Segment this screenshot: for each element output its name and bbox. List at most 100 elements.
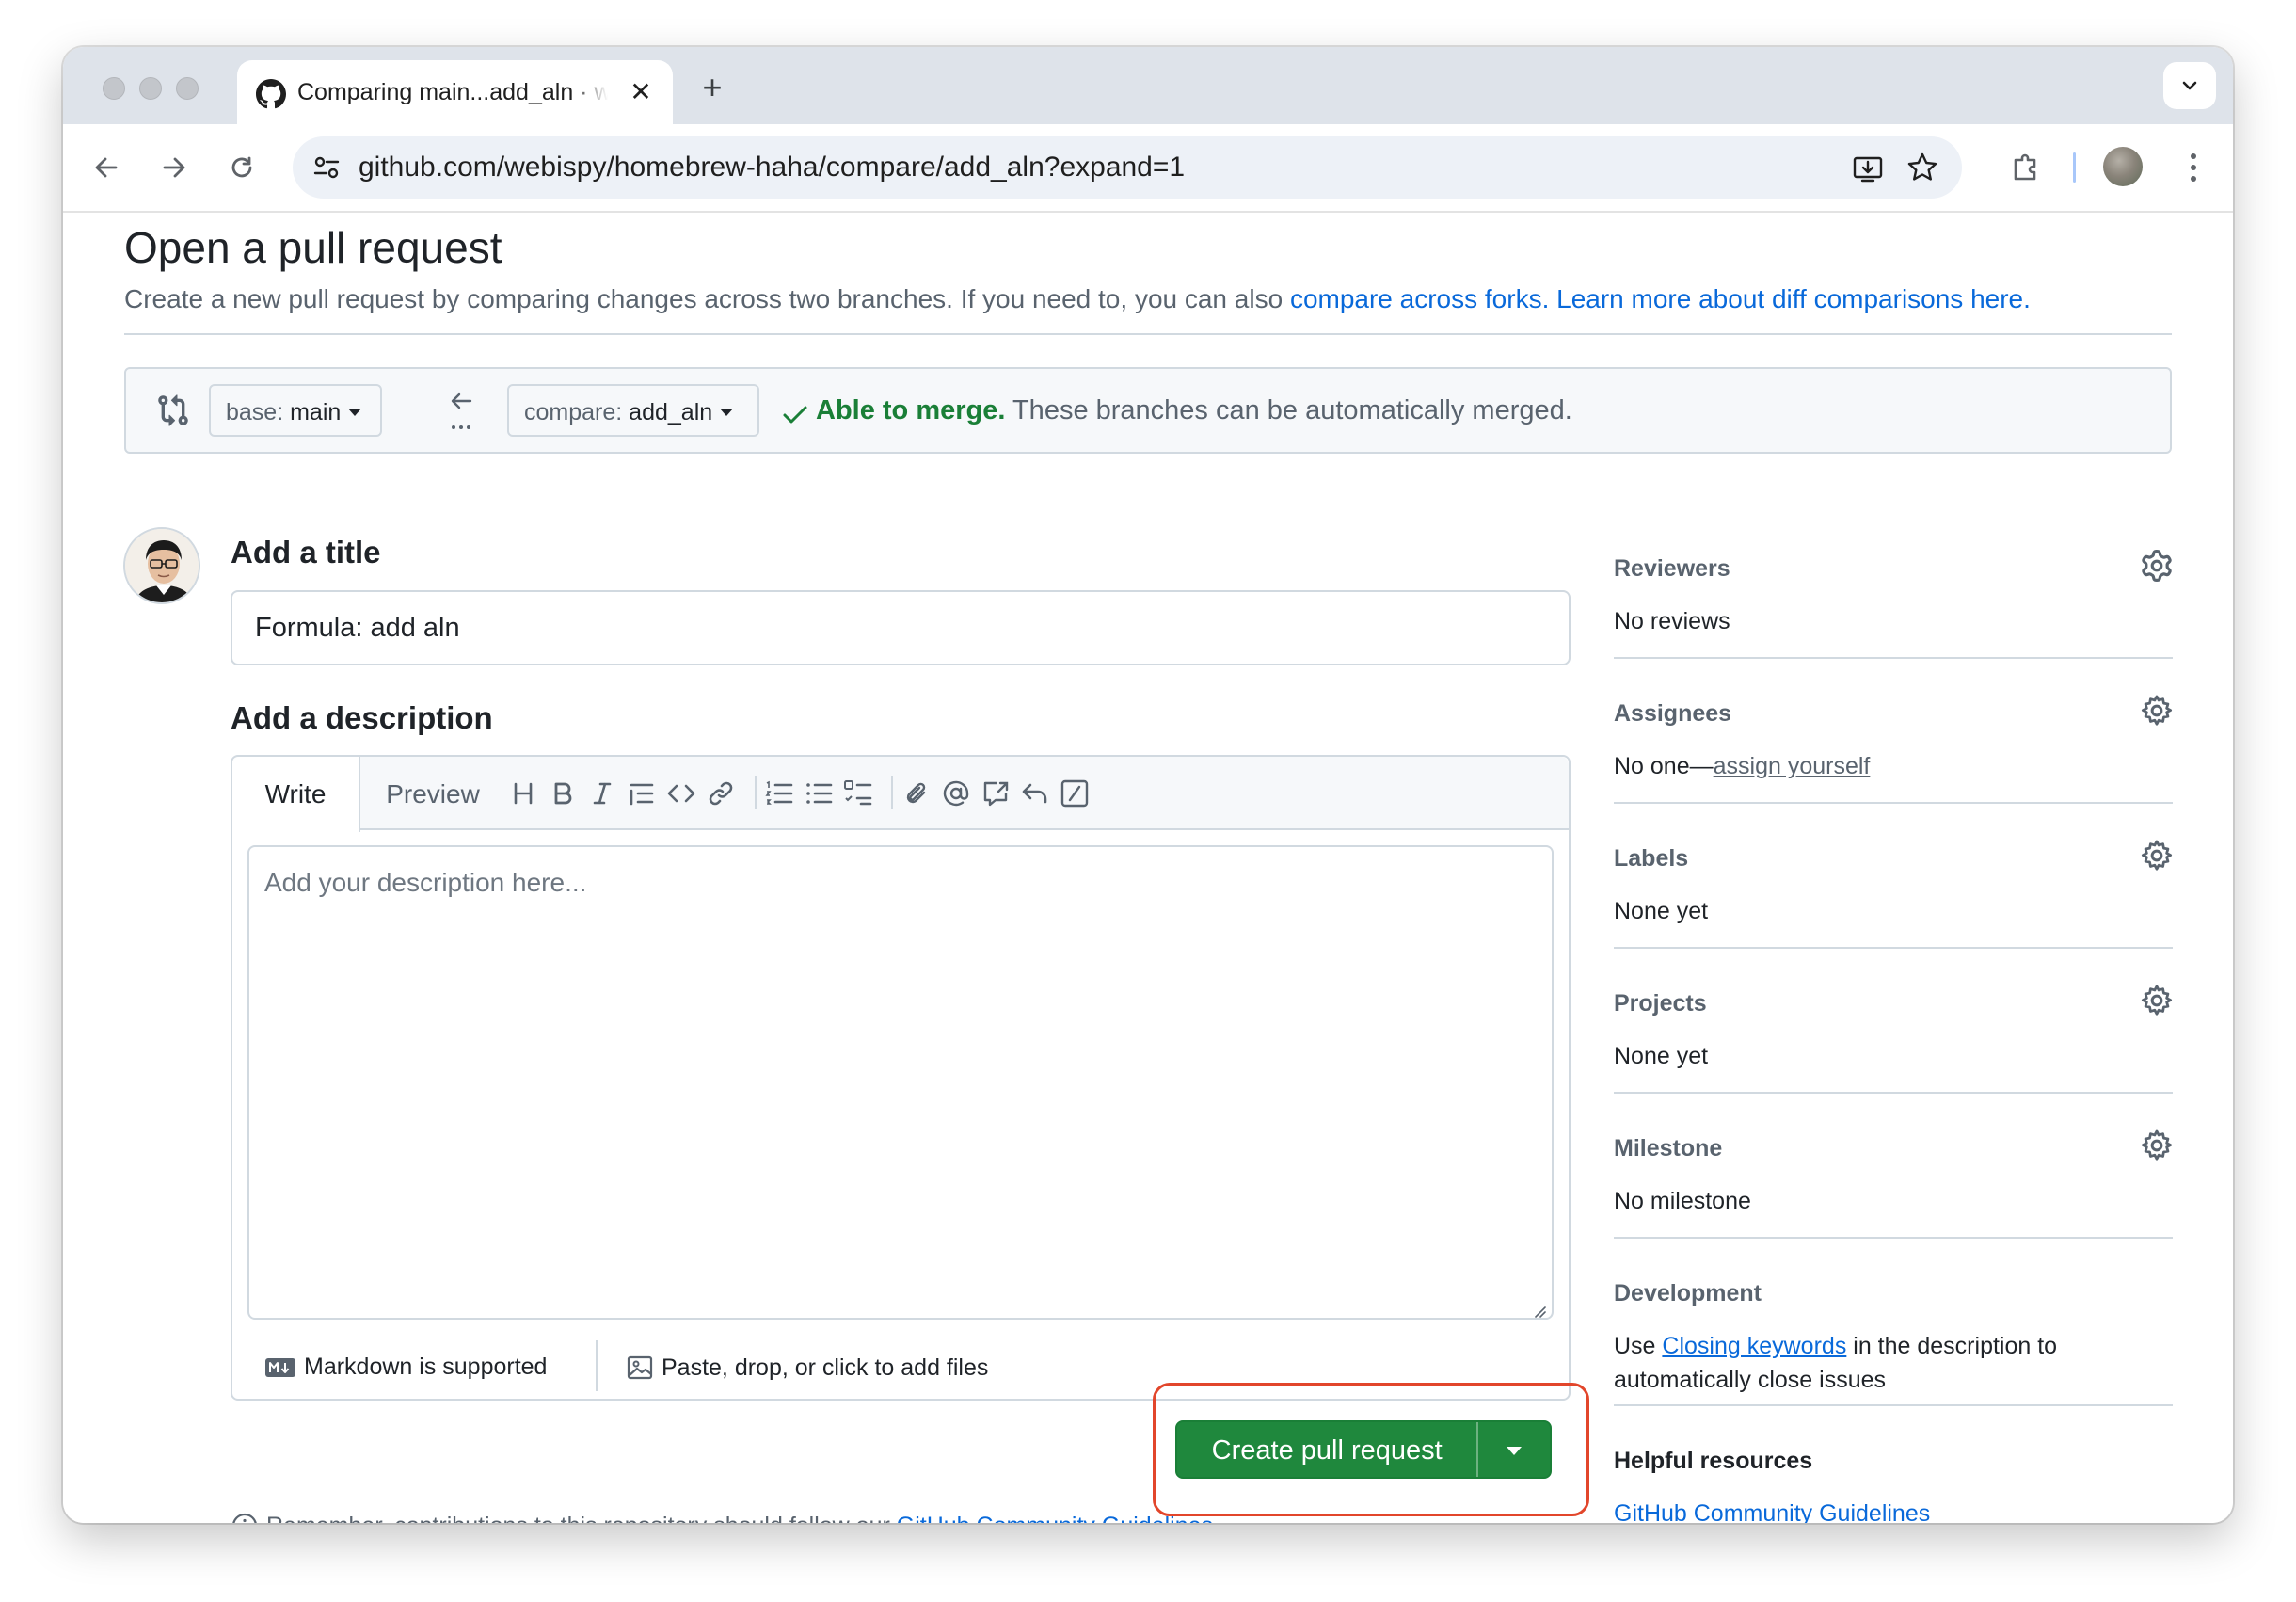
create-pull-request-button-group: Create pull request (1175, 1420, 1552, 1479)
development-value: Use Closing keywords in the description … (1614, 1329, 2057, 1397)
projects-heading[interactable]: Projects (1614, 990, 1707, 1017)
development-text: in the description to (1846, 1333, 2058, 1359)
page-subtitle: Create a new pull request by comparing c… (124, 284, 2031, 314)
saved-replies-icon[interactable] (1017, 776, 1053, 811)
install-app-icon[interactable] (1851, 152, 1885, 185)
new-tab-icon[interactable]: + (695, 71, 729, 105)
base-branch-select[interactable]: base: main (209, 384, 382, 437)
subtitle-text: Create a new pull request by comparing c… (124, 284, 1290, 313)
gear-icon[interactable] (2141, 985, 2173, 1017)
helpful-resources-value: GitHub Community Guidelines (1614, 1497, 1930, 1523)
link-icon[interactable] (703, 776, 739, 811)
guidelines-resource-link[interactable]: GitHub Community Guidelines (1614, 1500, 1930, 1523)
more-menu-icon[interactable] (2175, 147, 2212, 188)
sidebar-divider (1614, 947, 2173, 949)
cross-reference-icon[interactable] (978, 776, 1013, 811)
reload-icon[interactable] (223, 149, 261, 186)
projects-value: None yet (1614, 1043, 1709, 1069)
labels-heading[interactable]: Labels (1614, 845, 1688, 873)
milestone-value: No milestone (1614, 1188, 1751, 1214)
tab-write[interactable]: Write (232, 757, 360, 832)
sidebar-divider (1614, 802, 2173, 804)
tab-close-icon[interactable]: ✕ (626, 77, 656, 107)
title-label: Add a title (231, 535, 381, 569)
slash-commands-icon[interactable] (1057, 776, 1092, 811)
resize-handle-icon[interactable] (1531, 1303, 1546, 1318)
base-branch-name: main (290, 399, 342, 425)
attach-files-hint[interactable]: Paste, drop, or click to add files (626, 1354, 988, 1382)
back-icon[interactable] (88, 149, 125, 186)
caret-down-icon (1507, 1447, 1523, 1455)
compare-forks-link[interactable]: compare across forks. (1290, 284, 1549, 313)
description-label: Add a description (231, 700, 493, 735)
development-text: automatically close issues (1614, 1367, 1887, 1393)
italic-icon[interactable] (584, 776, 620, 811)
description-editor: Write Preview Add your description here.… (231, 755, 1571, 1401)
toolbar-separator (755, 776, 757, 809)
community-guidelines-link[interactable]: GitHub Community Guidelines (897, 1513, 1213, 1523)
merge-ok-text: Able to merge. (816, 395, 1006, 425)
gear-icon[interactable] (2141, 1129, 2173, 1161)
markdown-hint[interactable]: Markdown is supported (264, 1354, 547, 1381)
diff-comparisons-link[interactable]: Learn more about diff comparisons here. (1556, 284, 2031, 313)
gear-icon[interactable] (2141, 840, 2173, 872)
markdown-hint-text: Markdown is supported (304, 1354, 548, 1380)
assign-yourself-link[interactable]: assign yourself (1714, 753, 1871, 779)
image-icon (627, 1355, 653, 1380)
create-pull-request-button[interactable]: Create pull request (1177, 1422, 1479, 1477)
assignees-heading[interactable]: Assignees (1614, 700, 1731, 728)
code-icon[interactable] (663, 776, 699, 811)
attach-files-text: Paste, drop, or click to add files (662, 1354, 989, 1381)
chevron-down-icon (2182, 81, 2197, 90)
merge-status: Able to merge. These branches can be aut… (816, 395, 1572, 426)
mention-icon[interactable] (938, 776, 974, 811)
address-bar[interactable]: github.com/webispy/homebrew-haha/compare… (293, 136, 1962, 199)
browser-window: Comparing main...add_aln · webispy/homeb… (63, 47, 2233, 1523)
editor-toolbar: Write Preview (232, 757, 1569, 832)
unordered-list-icon[interactable] (801, 776, 837, 811)
task-list-icon[interactable] (840, 776, 876, 811)
site-info-icon[interactable] (310, 151, 343, 184)
create-options-dropdown[interactable] (1478, 1422, 1550, 1477)
info-icon (232, 1513, 257, 1523)
title-input[interactable] (231, 590, 1571, 665)
divider (124, 333, 2172, 335)
window-zoom-control[interactable] (176, 77, 199, 100)
reviewers-heading[interactable]: Reviewers (1614, 555, 1730, 583)
closing-keywords-link[interactable]: Closing keywords (1662, 1333, 1846, 1359)
browser-tab-active[interactable]: Comparing main...add_aln · webispy/homeb… (237, 60, 673, 124)
milestone-heading[interactable]: Milestone (1614, 1135, 1722, 1162)
extensions-icon[interactable] (2007, 148, 2045, 185)
base-branch-prefix: base: (226, 399, 291, 425)
toolbar-divider (2073, 152, 2076, 183)
gear-icon[interactable] (2141, 550, 2173, 582)
sidebar-divider (1614, 1092, 2173, 1094)
development-text: Use (1614, 1333, 1663, 1359)
profile-avatar[interactable] (2103, 147, 2143, 186)
compare-branch-select[interactable]: compare: add_aln (507, 384, 759, 437)
heading-icon[interactable] (505, 776, 541, 811)
ordered-list-icon[interactable] (761, 776, 797, 811)
check-icon (783, 406, 807, 424)
labels-value: None yet (1614, 898, 1709, 924)
window-minimize-control[interactable] (139, 77, 162, 100)
toolbar-separator (891, 776, 893, 809)
window-close-control[interactable] (103, 77, 125, 100)
page-title: Open a pull request (124, 223, 502, 272)
github-icon (256, 79, 286, 109)
bookmark-star-icon[interactable] (1905, 151, 1939, 184)
quote-icon[interactable] (624, 776, 660, 811)
url-text: github.com/webispy/homebrew-haha/compare… (359, 152, 1186, 183)
arrow-left-icon (451, 392, 472, 429)
tab-strip: Comparing main...add_aln · webispy/homeb… (63, 47, 2233, 124)
forward-icon[interactable] (155, 149, 193, 186)
tab-search-button[interactable] (2163, 62, 2216, 109)
caret-down-icon (720, 409, 734, 416)
description-textarea[interactable] (247, 845, 1554, 1320)
attach-file-icon[interactable] (899, 776, 934, 811)
assignees-value-text: No one— (1614, 753, 1714, 779)
footer-separator (596, 1340, 598, 1391)
gear-icon[interactable] (2141, 695, 2173, 727)
bold-icon[interactable] (545, 776, 581, 811)
tab-preview[interactable]: Preview (362, 757, 503, 830)
